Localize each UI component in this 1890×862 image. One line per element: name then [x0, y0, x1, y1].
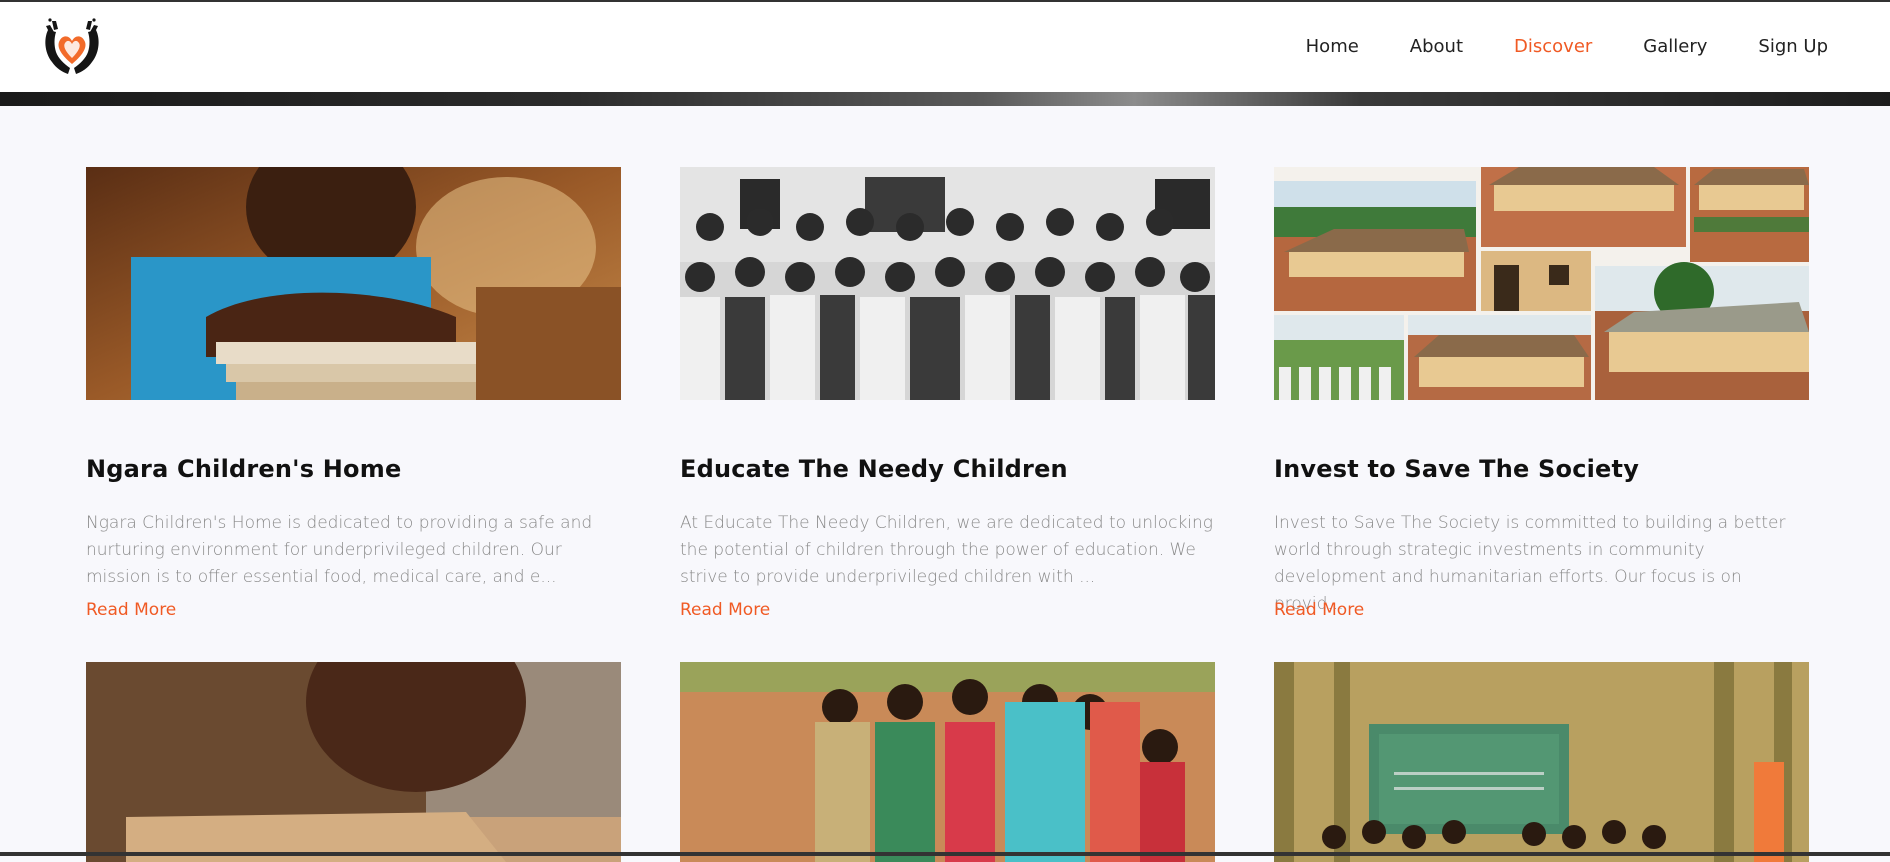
program-image[interactable]: [1274, 167, 1809, 400]
nav-gallery-link[interactable]: Gallery: [1643, 34, 1707, 60]
read-more-link[interactable]: Read More: [1274, 600, 1364, 620]
nav-about-link[interactable]: About: [1410, 34, 1463, 60]
main-nav: Home About Discover Gallery Sign Up: [1255, 34, 1828, 60]
program-title: Ngara Children's Home: [86, 454, 402, 483]
logo[interactable]: [42, 16, 102, 78]
hands-holding-heart-icon: [45, 18, 99, 74]
program-image[interactable]: [86, 662, 621, 862]
program-image[interactable]: [86, 167, 621, 400]
read-more-link[interactable]: Read More: [86, 600, 176, 620]
program-description: At Educate The Needy Children, we are de…: [680, 513, 1213, 587]
program-title: Invest to Save The Society: [1274, 454, 1640, 483]
program-description: Ngara Children's Home is dedicated to pr…: [86, 513, 593, 587]
program-image[interactable]: [680, 662, 1215, 862]
program-title: Educate The Needy Children: [680, 454, 1068, 483]
navbar: Home About Discover Gallery Sign Up: [0, 2, 1890, 92]
hero-banner-bottom: [0, 92, 1890, 106]
program-image[interactable]: [680, 167, 1215, 400]
program-image[interactable]: [1274, 662, 1809, 862]
read-more-link[interactable]: Read More: [680, 600, 770, 620]
nav-discover-link[interactable]: Discover: [1514, 34, 1592, 60]
nav-home-link[interactable]: Home: [1306, 34, 1359, 60]
bottom-border: [0, 852, 1890, 856]
nav-signup-link[interactable]: Sign Up: [1758, 34, 1828, 60]
